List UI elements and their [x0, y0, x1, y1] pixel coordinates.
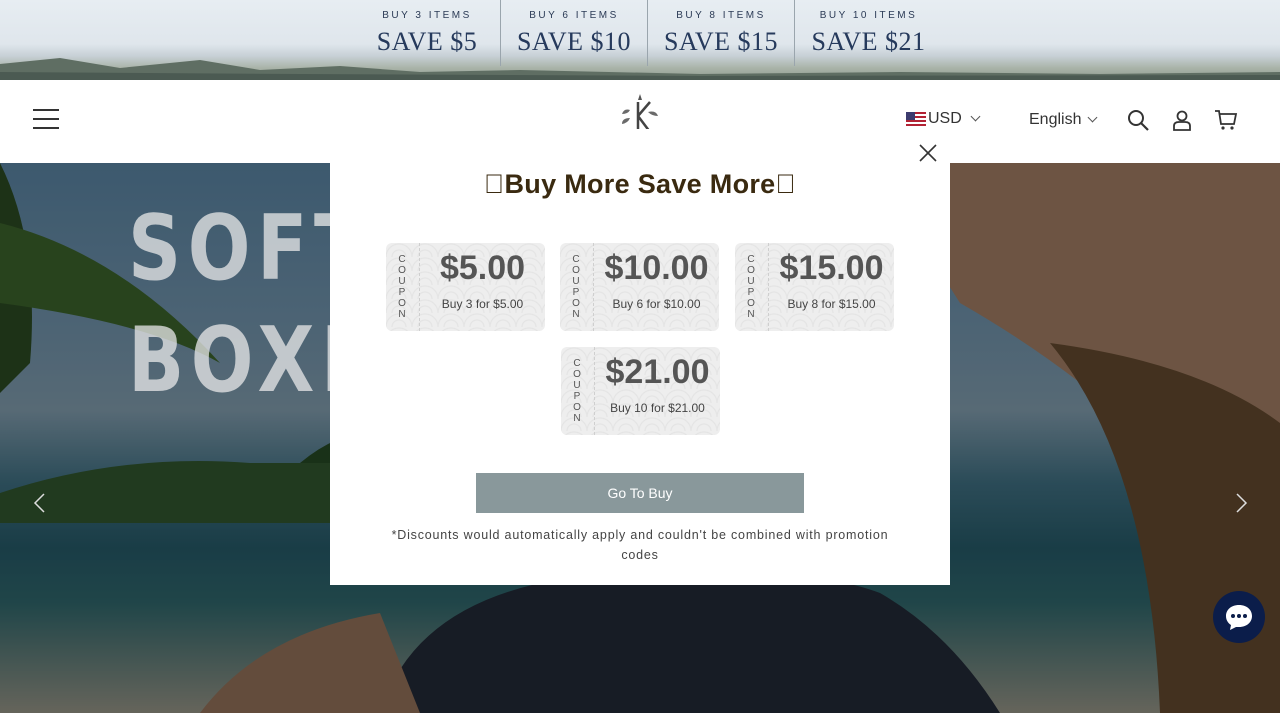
disclaimer-text: *Discounts would automatically apply and…	[391, 528, 889, 562]
coupon-amount: $10.00	[604, 249, 709, 287]
chevron-down-icon	[1088, 112, 1098, 123]
us-flag-icon	[906, 112, 926, 126]
coupon-description: Buy 6 for $10.00	[612, 297, 701, 311]
promo-item-big: SAVE $5	[376, 27, 478, 56]
coupon-side-letter: O	[747, 298, 756, 309]
promo-item[interactable]: BUY 6 ITEMS SAVE $10	[501, 0, 648, 66]
promo-item-big: SAVE $15	[663, 27, 779, 56]
coupon-side-letter: N	[747, 309, 756, 320]
coupon-side-letter: U	[398, 276, 407, 287]
prev-arrow-icon[interactable]	[30, 493, 50, 513]
coupon-card[interactable]: COUPON $10.00 Buy 6 for $10.00	[560, 243, 719, 331]
menu-icon[interactable]	[33, 109, 61, 133]
promo-item[interactable]: BUY 8 ITEMS SAVE $15	[648, 0, 795, 66]
coupon-side-label: COUPON	[561, 347, 595, 435]
promo-items: BUY 3 ITEMS SAVE $5 BUY 6 ITEMS SAVE $10…	[354, 0, 942, 80]
chat-bubble-icon	[1226, 605, 1252, 630]
promo-item-small: BUY 10 ITEMS	[819, 10, 918, 21]
coupon-side-letter: C	[747, 254, 756, 265]
promo-item-big: SAVE $21	[811, 27, 926, 56]
promo-banner[interactable]: BUY 3 ITEMS SAVE $5 BUY 6 ITEMS SAVE $10…	[0, 0, 1280, 80]
account-icon[interactable]	[1170, 108, 1194, 132]
coupon-side-letter: P	[573, 391, 582, 402]
coupon-side-letter: O	[572, 298, 581, 309]
coupon-side-letter: P	[747, 287, 756, 298]
coupon-side-letter: N	[573, 413, 582, 424]
next-arrow-icon[interactable]	[1231, 493, 1251, 513]
promo-item-small: BUY 6 ITEMS	[529, 10, 619, 21]
coupon-side-letter: U	[572, 276, 581, 287]
coupon-side-letter: U	[573, 380, 582, 391]
coupon-description: Buy 8 for $15.00	[787, 297, 876, 311]
coupon-side-letter: O	[573, 402, 582, 413]
coupon-side-letter: O	[572, 265, 581, 276]
coupon-side-letter: P	[572, 287, 581, 298]
language-selector[interactable]: English	[1029, 111, 1098, 129]
coupon-description: Buy 3 for $5.00	[441, 297, 524, 311]
promo-item[interactable]: BUY 3 ITEMS SAVE $5	[354, 0, 501, 66]
coupon-side-letter: N	[398, 309, 407, 320]
coupon-amount: $15.00	[779, 249, 884, 287]
coupon-modal:  Buy More Save More  COUPON $5.00 Buy 3 …	[330, 129, 950, 585]
close-icon[interactable]	[918, 143, 938, 163]
coupon-side-letter: O	[398, 265, 407, 276]
promo-item[interactable]: BUY 10 ITEMS SAVE $21	[795, 0, 942, 66]
coupon-side-letter: N	[572, 309, 581, 320]
coupon-side-letter: O	[747, 265, 756, 276]
promo-item-big: SAVE $10	[516, 27, 632, 56]
coupon-amount: $21.00	[605, 353, 710, 391]
language-label: English	[1029, 111, 1082, 128]
coupon-card[interactable]: COUPON $15.00 Buy 8 for $15.00	[735, 243, 894, 331]
coupon-side-letter: C	[572, 254, 581, 265]
currency-label: USD	[928, 110, 962, 127]
coupon-amount: $5.00	[439, 249, 526, 287]
promo-item-small: BUY 8 ITEMS	[676, 10, 766, 21]
coupon-side-label: COUPON	[386, 243, 420, 331]
chevron-down-icon	[970, 111, 981, 122]
chat-button[interactable]	[1213, 591, 1265, 643]
coupon-card[interactable]: COUPON $21.00 Buy 10 for $21.00	[561, 347, 720, 435]
search-icon[interactable]	[1126, 108, 1150, 132]
currency-selector[interactable]: USD	[906, 110, 981, 128]
coupon-side-letter: P	[398, 287, 407, 298]
modal-title:  Buy More Save More 	[483, 169, 797, 199]
coupon-card[interactable]: COUPON $5.00 Buy 3 for $5.00	[386, 243, 545, 331]
coupon-side-letter: O	[398, 298, 407, 309]
cart-icon[interactable]	[1214, 108, 1238, 132]
go-to-buy-button[interactable]: Go To Buy	[476, 473, 804, 513]
promo-item-small: BUY 3 ITEMS	[382, 10, 472, 21]
coupon-description: Buy 10 for $21.00	[610, 401, 705, 415]
coupon-side-letter: O	[573, 369, 582, 380]
coupon-side-label: COUPON	[735, 243, 769, 331]
coupon-side-letter: C	[398, 254, 407, 265]
coupon-side-letter: U	[747, 276, 756, 287]
coupon-side-label: COUPON	[560, 243, 594, 331]
coupon-side-letter: C	[573, 358, 582, 369]
